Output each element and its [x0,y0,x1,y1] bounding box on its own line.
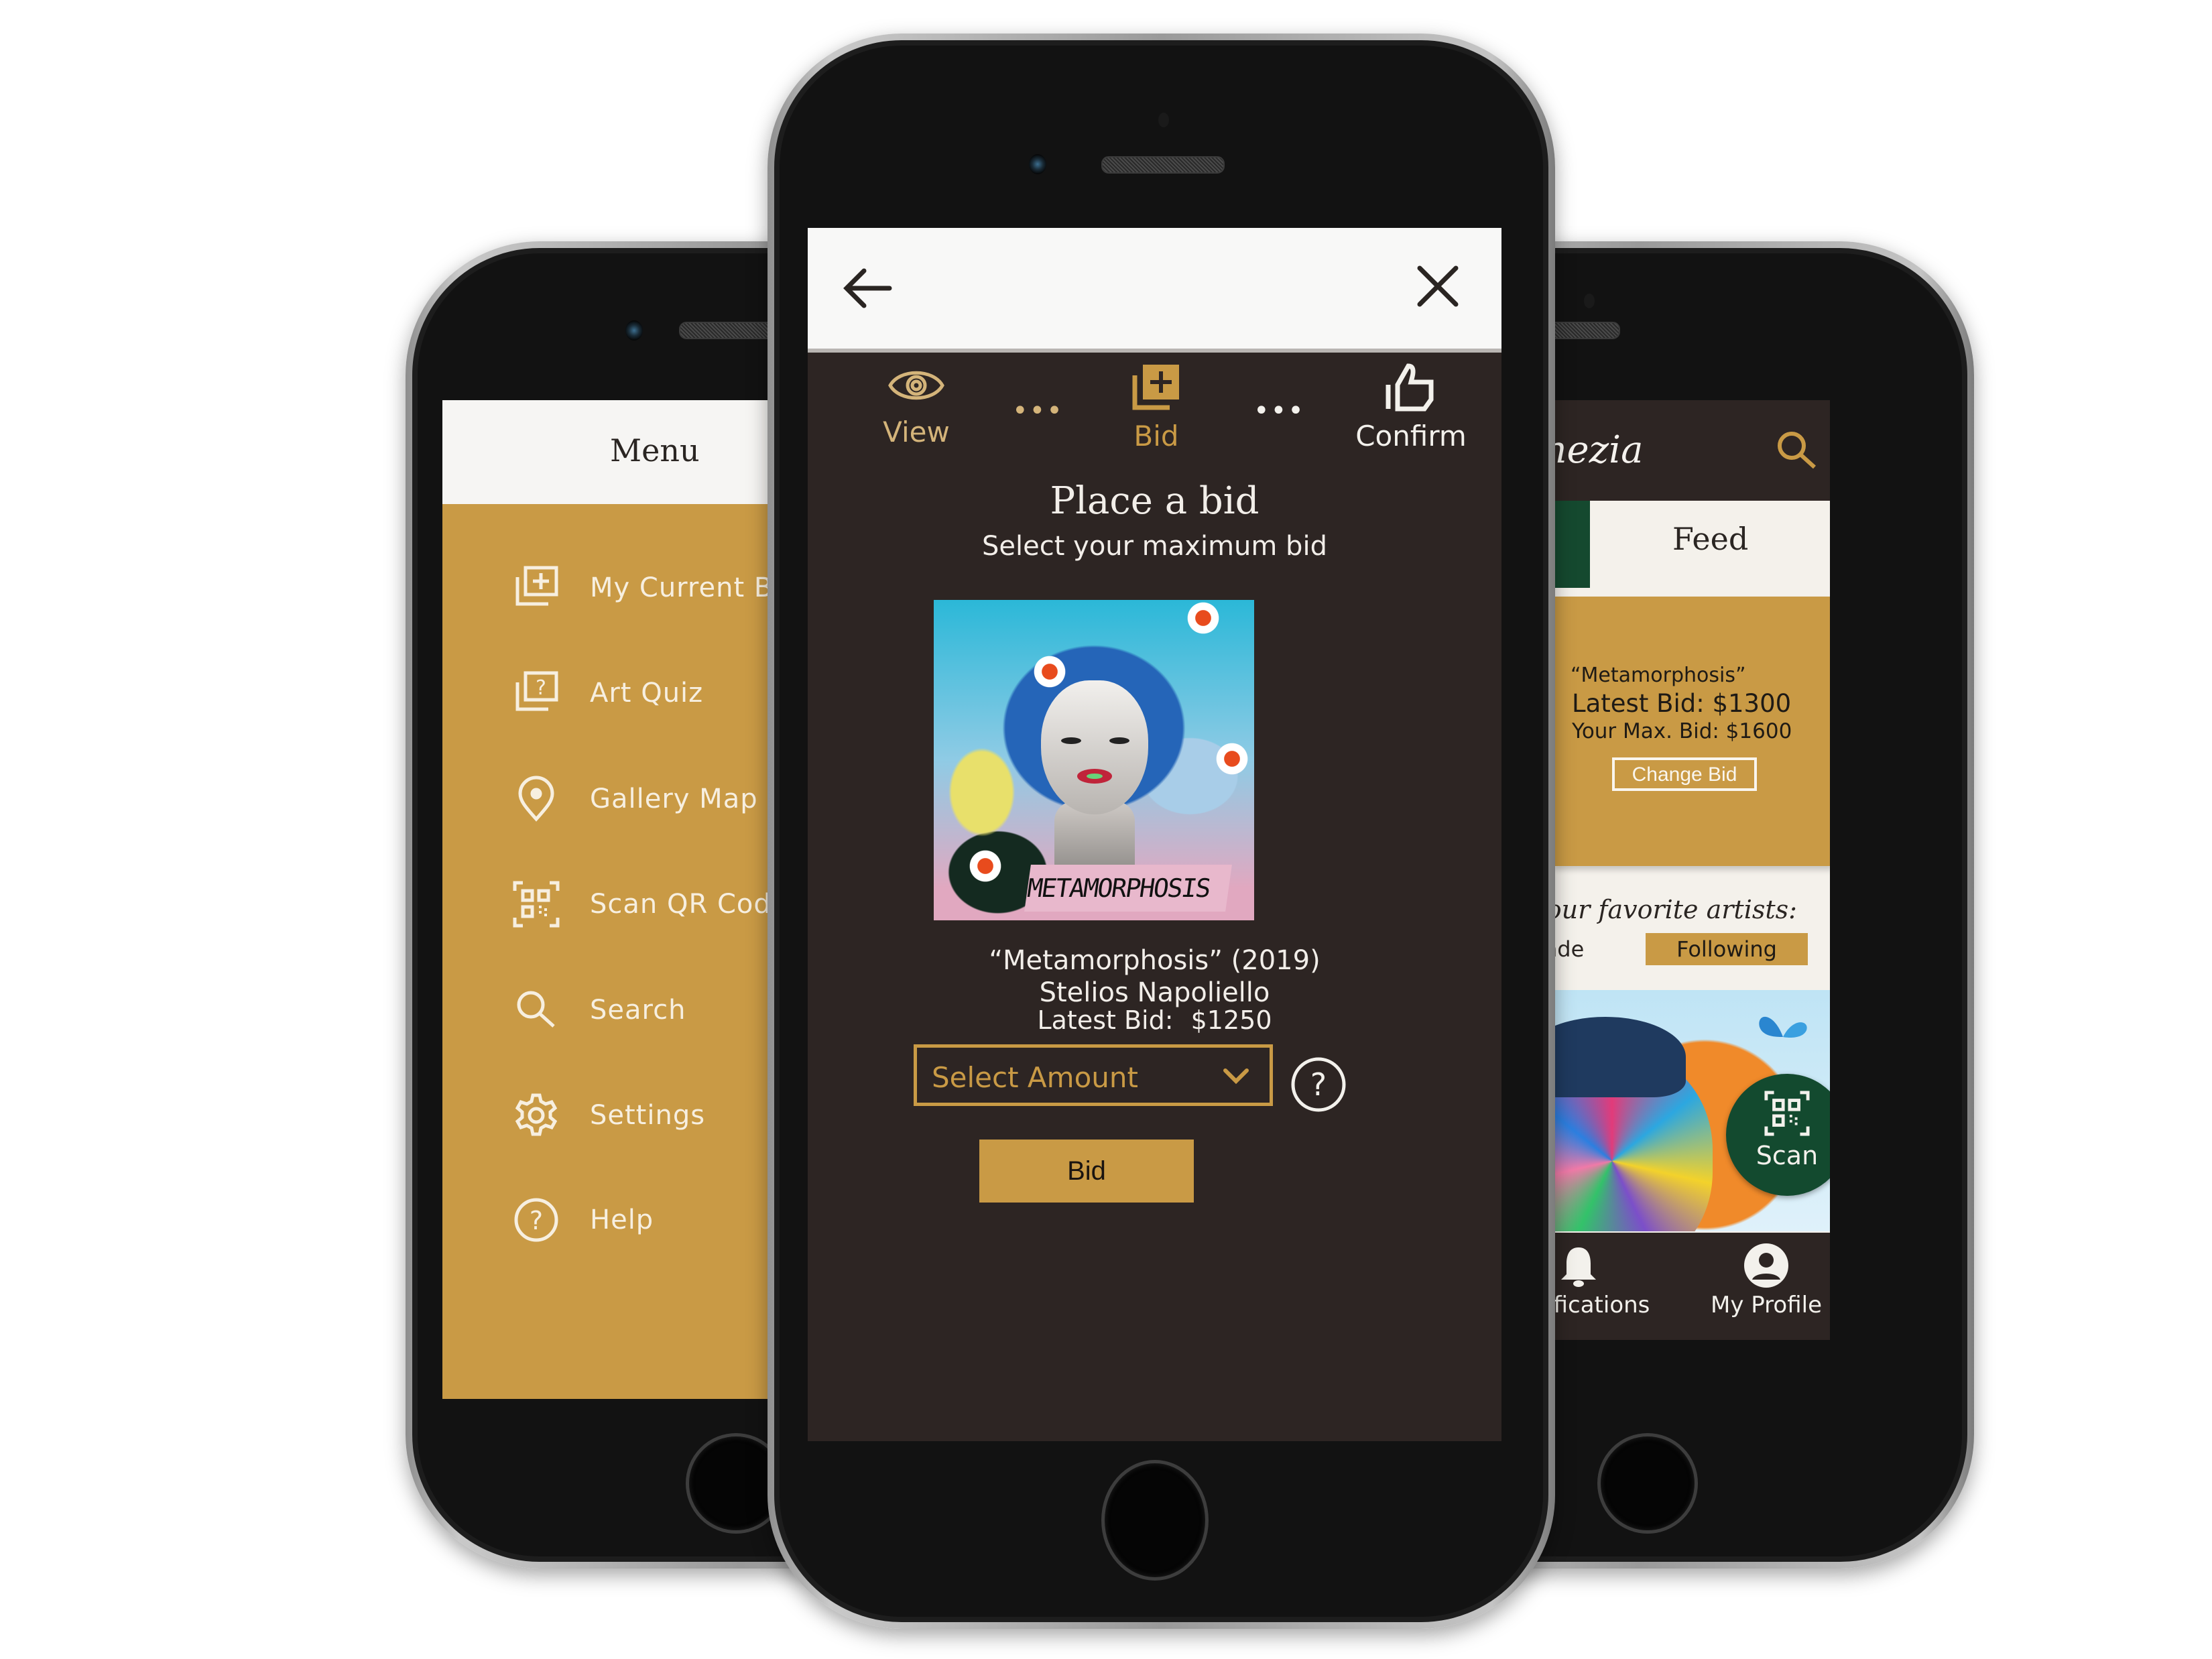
search-icon [509,983,563,1037]
home-button[interactable] [1101,1460,1209,1581]
favorite-artists-label: Your favorite artists: [1552,895,1797,924]
step-separator: ••• [1012,395,1064,426]
page-subtitle: Select your maximum bid [982,531,1327,562]
current-bid-card: “Metamorphosis” Latest Bid: $1300 Your M… [1552,597,1830,866]
page-title: Place a bid [1050,479,1259,523]
menu-item-label: Art Quiz [590,678,704,709]
arrow-left-icon[interactable] [841,261,895,318]
bid-card-artwork: “Metamorphosis” [1571,664,1746,687]
front-camera [1029,154,1046,174]
artwork-title: “Metamorphosis” (2019) [989,945,1320,976]
menu-title: Menu [610,432,700,469]
artwork-artist: Stelios Napoliello [1039,977,1270,1008]
feed-screen: Venezia Feed “Metamorphosis” Latest Bid:… [1552,400,1830,1340]
menu-item-help[interactable]: ? Help [509,1193,654,1247]
step-label: Bid [1133,420,1179,452]
gear-icon [509,1089,563,1142]
qr-scan-icon [509,877,563,931]
bid-stack-icon [509,561,563,615]
place-bid-screen: View ••• Bid ••• Confirm Place a bid Sel… [808,228,1501,1441]
help-icon: ? [509,1193,563,1247]
bottom-nav: Notifications My Profile [1552,1233,1830,1340]
bid-stack-icon [1129,362,1183,416]
step-separator: ••• [1253,395,1305,426]
step-view[interactable]: View [849,362,983,448]
proximity-sensor [1584,294,1595,308]
qr-scan-icon [1764,1090,1810,1140]
quiz-stack-icon: ? [509,666,563,720]
svg-text:?: ? [530,1206,543,1235]
bid-card-max-bid: Your Max. Bid: $1600 [1572,719,1792,743]
step-confirm[interactable]: Confirm [1324,362,1498,452]
menu-header: Menu [442,400,818,504]
artwork-eye [1061,737,1081,744]
menu-item-scan-qr-code[interactable]: Scan QR Code [509,877,788,931]
artwork-image[interactable]: METAMORPHOSIS [934,600,1254,920]
menu-item-label: Gallery Map [590,784,758,814]
artwork-face [1041,680,1148,814]
latest-bid-value: $1250 [1190,1005,1272,1035]
artwork-flower [1185,600,1221,636]
artwork-hair [1552,1017,1686,1097]
bid-button[interactable]: Bid [979,1140,1194,1203]
help-circle-icon[interactable]: ? [1290,1056,1347,1115]
home-button[interactable] [1597,1433,1698,1534]
center-phone-frame: View ••• Bid ••• Confirm Place a bid Sel… [767,34,1555,1629]
nav-notifications[interactable]: Notifications [1552,1233,1666,1318]
nav-label: Notifications [1552,1292,1650,1318]
nav-my-profile[interactable]: My Profile [1693,1233,1830,1318]
menu-item-label: Settings [590,1100,706,1131]
change-bid-button[interactable]: Change Bid [1612,757,1757,791]
step-label: View [883,416,950,448]
menu-item-search[interactable]: Search [509,983,686,1037]
artwork-lips [1077,769,1112,784]
step-bid[interactable]: Bid [1089,362,1223,452]
app-header: Venezia [1552,400,1830,501]
following-button[interactable]: Following [1646,933,1808,965]
step-label: Confirm [1355,420,1467,452]
proximity-sensor [1158,113,1169,127]
close-icon[interactable] [1414,263,1461,312]
map-pin-icon [509,772,563,826]
bid-card-latest-bid: Latest Bid: $1300 [1572,689,1792,718]
artwork-flower [1214,741,1250,777]
artwork-eye [1109,737,1129,744]
artwork-graffiti-text: METAMORPHOSIS [1024,865,1232,912]
select-placeholder: Select Amount [932,1061,1138,1094]
artwork-flower [1032,654,1068,690]
bid-amount-select[interactable]: Select Amount [914,1044,1273,1106]
menu-item-label: Help [590,1205,654,1235]
svg-text:?: ? [1310,1066,1327,1103]
app-logo: Venezia [1552,428,1644,472]
scan-button-label: Scan [1756,1141,1819,1170]
menu-item-gallery-map[interactable]: Gallery Map [509,772,758,826]
svg-text:?: ? [536,676,546,700]
latest-bid-label: Latest Bid: [1037,1005,1174,1035]
chevron-down-icon [1221,1065,1251,1091]
tab-feed[interactable]: Feed [1672,521,1748,557]
search-icon[interactable] [1773,427,1821,478]
latest-bid: Latest Bid: $1250 [808,1005,1501,1035]
menu-item-art-quiz[interactable]: ? Art Quiz [509,666,703,720]
earpiece-speaker [1101,156,1225,174]
profile-icon [1743,1242,1790,1292]
feed-tabs: Feed [1552,501,1830,588]
menu-item-label: Scan QR Code [590,889,789,920]
artist-name[interactable]: nde [1552,936,1584,962]
menu-screen: Menu My Current Bids ? Art Quiz Gallery … [442,400,818,1399]
artwork-flower [967,848,1003,884]
front-camera [625,320,643,341]
thumbs-up-icon [1384,362,1438,416]
nav-label: My Profile [1711,1292,1822,1318]
top-bar [808,228,1501,353]
menu-item-label: Search [590,995,686,1026]
eye-icon [886,362,946,412]
tab-inactive[interactable] [1552,501,1590,588]
artwork-butterfly [1759,1016,1807,1038]
menu-item-settings[interactable]: Settings [509,1089,705,1142]
bell-icon [1558,1245,1599,1292]
